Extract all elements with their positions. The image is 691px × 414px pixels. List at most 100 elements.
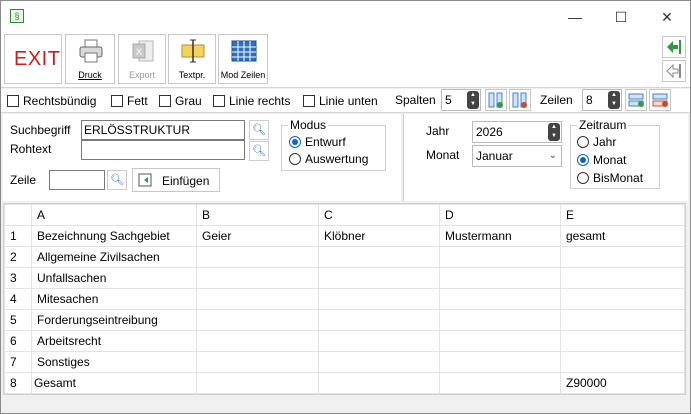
fett-checkbox[interactable]: Fett: [111, 94, 148, 108]
grid-cell[interactable]: [318, 246, 440, 268]
grid-cell[interactable]: Allgemeine Zivilsachen: [31, 246, 197, 268]
grid-cell[interactable]: [196, 288, 319, 310]
table-row[interactable]: 2 Allgemeine Zivilsachen: [4, 246, 685, 268]
table-row[interactable]: 6 Arbeitsrecht: [4, 330, 685, 352]
linie-rechts-label: Linie rechts: [229, 94, 291, 108]
add-row-icon: [628, 93, 644, 107]
grid-cell[interactable]: [318, 351, 440, 373]
grid-cell[interactable]: Gesamt: [31, 372, 197, 394]
grid-cell[interactable]: [196, 372, 319, 394]
linie-rechts-checkbox[interactable]: Linie rechts: [213, 94, 290, 108]
grid-cell[interactable]: Sonstiges: [31, 351, 197, 373]
rohtext-input[interactable]: [81, 140, 245, 160]
column-header[interactable]: E: [560, 204, 685, 226]
spinner-arrows-icon[interactable]: ▲ ▼: [548, 123, 560, 141]
grid-cell[interactable]: Forderungseintreibung: [31, 309, 197, 331]
grid-cell[interactable]: [318, 330, 440, 352]
table-row[interactable]: 3 Unfallsachen: [4, 267, 685, 289]
zeilen-spinner[interactable]: 8 ▲ ▼: [582, 89, 622, 111]
modzeilen-label: Mod Zeilen: [220, 70, 266, 80]
grid-cell[interactable]: Geier: [196, 225, 319, 247]
minimize-button[interactable]: —: [552, 5, 598, 29]
search-icon[interactable]: 🔍︎: [107, 170, 127, 190]
grid-cell[interactable]: [439, 330, 561, 352]
zeile-input[interactable]: [49, 170, 105, 190]
grid-cell[interactable]: [439, 288, 561, 310]
close-button[interactable]: ✕: [644, 5, 690, 29]
grid-cell[interactable]: [560, 330, 685, 352]
table-row[interactable]: 5 Forderungseintreibung: [4, 309, 685, 331]
print-button[interactable]: Druck: [65, 34, 115, 84]
grid-cell[interactable]: [196, 246, 319, 268]
grid-cell[interactable]: Arbeitsrecht: [31, 330, 197, 352]
grid-cell[interactable]: [560, 288, 685, 310]
spalten-spinner[interactable]: 5 ▲ ▼: [441, 89, 481, 111]
grid-cell[interactable]: [439, 351, 561, 373]
grid-cell[interactable]: [560, 246, 685, 268]
table-row[interactable]: 1 Bezeichnung Sachgebiet Geier Klöbner M…: [4, 225, 685, 247]
period-panel: Jahr 2026 ▲ ▼ Monat Januar ⌄ Zeitraum Jah…: [403, 114, 688, 201]
grid-cell[interactable]: Bezeichnung Sachgebiet: [31, 225, 197, 247]
monat-select[interactable]: Januar ⌄: [472, 145, 562, 167]
jahr-spinner[interactable]: 2026 ▲ ▼: [472, 121, 562, 143]
linie-unten-checkbox[interactable]: Linie unten: [303, 94, 378, 108]
column-header[interactable]: B: [196, 204, 319, 226]
grid-cell[interactable]: [439, 309, 561, 331]
exit-label: EXIT: [14, 48, 61, 70]
grid-cell[interactable]: gesamt: [560, 225, 685, 247]
grid-cell[interactable]: [560, 267, 685, 289]
grid-cell[interactable]: [196, 309, 319, 331]
search-icon[interactable]: 🔍︎: [249, 120, 269, 140]
column-header[interactable]: D: [439, 204, 561, 226]
export-button[interactable]: X Export: [118, 34, 166, 84]
search-icon[interactable]: 🔍︎: [249, 141, 269, 161]
grid-cell[interactable]: [439, 267, 561, 289]
table-row[interactable]: 8 Gesamt Z90000: [4, 372, 685, 394]
spinner-arrows-icon[interactable]: ▲ ▼: [608, 91, 620, 109]
suchbegriff-input[interactable]: ERLÖSSTRUKTUR: [81, 120, 245, 140]
exit-button[interactable]: EXIT: [4, 34, 62, 84]
grid-cell[interactable]: [318, 267, 440, 289]
remove-column-button[interactable]: [509, 89, 531, 111]
grid-cell[interactable]: Unfallsachen: [31, 267, 197, 289]
zeitraum-bismonat-radio[interactable]: BisMonat: [577, 171, 643, 185]
nav-forward-button[interactable]: [662, 36, 686, 58]
zeitraum-jahr-label: Jahr: [593, 135, 617, 149]
remove-row-button[interactable]: [649, 89, 671, 111]
rechtsbuendig-checkbox[interactable]: Rechtsbündig: [7, 94, 96, 108]
column-header[interactable]: A: [31, 204, 197, 226]
grid-cell[interactable]: Z90000: [560, 372, 685, 394]
entwurf-radio[interactable]: Entwurf: [289, 135, 346, 149]
add-row-button[interactable]: [625, 89, 647, 111]
grid-cell[interactable]: [439, 372, 561, 394]
modzeilen-button[interactable]: Mod Zeilen: [218, 34, 268, 84]
nav-back-button[interactable]: [662, 60, 686, 82]
auswertung-radio[interactable]: Auswertung: [289, 152, 368, 166]
textpr-button[interactable]: Textpr.: [168, 34, 216, 84]
grid-cell[interactable]: Mitesachen: [31, 288, 197, 310]
spinner-arrows-icon[interactable]: ▲ ▼: [467, 91, 479, 109]
grid-cell[interactable]: [560, 351, 685, 373]
grid-cell[interactable]: Mustermann: [439, 225, 561, 247]
grid-cell[interactable]: [439, 246, 561, 268]
zeitraum-bismonat-label: BisMonat: [593, 171, 644, 185]
grau-checkbox[interactable]: Grau: [159, 94, 202, 108]
column-header[interactable]: C: [318, 204, 440, 226]
grid-cell[interactable]: Klöbner: [318, 225, 440, 247]
grid-cell[interactable]: [196, 330, 319, 352]
add-column-button[interactable]: [485, 89, 507, 111]
grid-cell[interactable]: [318, 309, 440, 331]
zeitraum-jahr-radio[interactable]: Jahr: [577, 135, 616, 149]
einfuegen-button[interactable]: Einfügen: [132, 168, 220, 192]
checkbox-box: [213, 95, 225, 107]
grid-cell[interactable]: [196, 351, 319, 373]
table-row[interactable]: 4 Mitesachen: [4, 288, 685, 310]
grid-cell[interactable]: [318, 288, 440, 310]
grid-cell[interactable]: [196, 267, 319, 289]
export-label: Export: [128, 70, 155, 80]
maximize-button[interactable]: ☐: [598, 5, 644, 29]
grid-cell[interactable]: [560, 309, 685, 331]
grid-cell[interactable]: [318, 372, 440, 394]
zeitraum-monat-radio[interactable]: Monat: [577, 153, 626, 167]
table-row[interactable]: 7 Sonstiges: [4, 351, 685, 373]
